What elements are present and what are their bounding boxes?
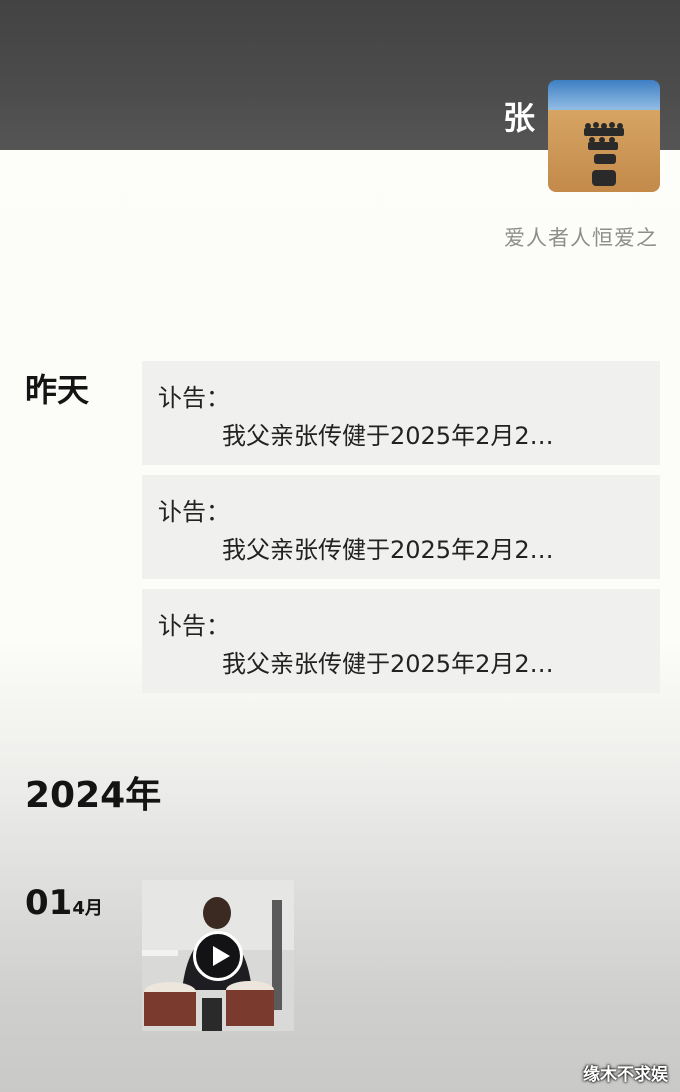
post-body: 我父亲张传健于2025年2月2… [222, 650, 554, 678]
video-thumbnail[interactable] [142, 880, 294, 1031]
post-date: 014月 [25, 883, 103, 923]
day-number: 01 [25, 883, 73, 923]
profile-name: 张 [502, 99, 535, 137]
post-title: 讣告： [158, 384, 230, 412]
date-label-yesterday: 昨天 [25, 371, 90, 409]
avatar[interactable] [548, 80, 660, 192]
play-icon[interactable] [193, 931, 243, 981]
watermark-text: 缘木不求娱 [583, 1065, 668, 1085]
post-title: 讣告： [158, 612, 230, 640]
post-body: 我父亲张传健于2025年2月2… [222, 536, 554, 564]
post-card[interactable]: 讣告： 我父亲张传健于2025年2月2… [142, 475, 660, 579]
avatar-desert-image [548, 80, 660, 192]
profile-signature: 爱人者人恒爱之 [504, 226, 658, 250]
year-label: 2024年 [25, 775, 162, 816]
post-card[interactable]: 讣告： 我父亲张传健于2025年2月2… [142, 361, 660, 465]
month-label: 4月 [72, 898, 103, 919]
post-card[interactable]: 讣告： 我父亲张传健于2025年2月2… [142, 589, 660, 693]
post-title: 讣告： [158, 498, 230, 526]
post-body: 我父亲张传健于2025年2月2… [222, 422, 554, 450]
